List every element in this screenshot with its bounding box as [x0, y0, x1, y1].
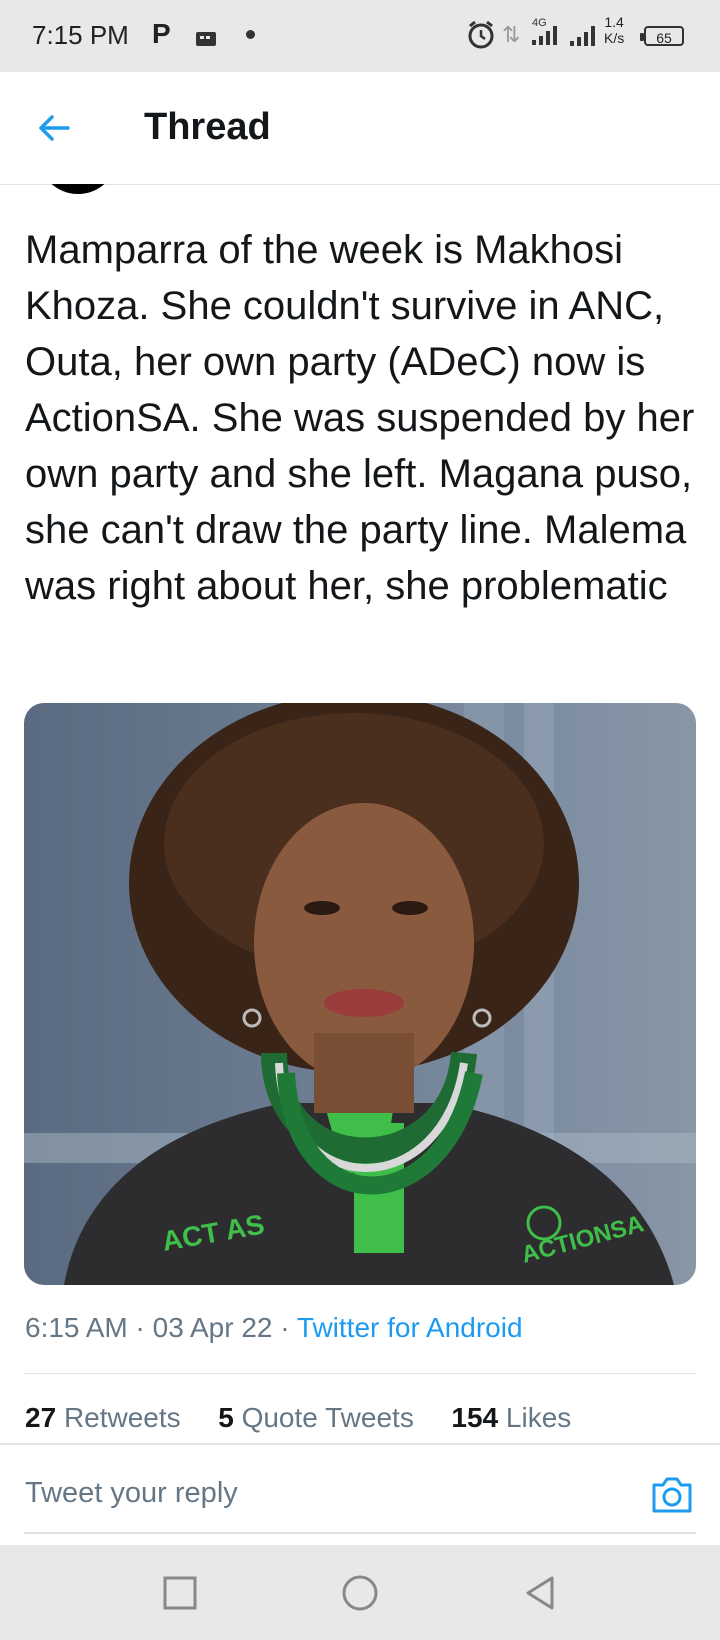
- recent-apps-button[interactable]: [160, 1573, 200, 1613]
- home-button[interactable]: [340, 1573, 380, 1613]
- tweet-stats: 27 Retweets 5 Quote Tweets 154 Likes: [25, 1402, 571, 1434]
- status-time: 7:15 PM: [32, 20, 129, 50]
- retweets-link[interactable]: 27 Retweets: [25, 1402, 181, 1433]
- tweet-photo[interactable]: ACT AS ACTIONSA: [24, 703, 696, 1285]
- thread-header: Thread: [0, 72, 720, 185]
- back-button[interactable]: [34, 108, 74, 148]
- network-speed: 1.4 K/s: [604, 14, 625, 46]
- signal-icon: [568, 20, 602, 55]
- back-nav-button[interactable]: [520, 1573, 560, 1613]
- p-notification-icon: P: [152, 18, 171, 49]
- system-nav-bar: [0, 1545, 720, 1640]
- status-bar: 7:15 PM P ⇅ 4G 1.4 K/s 65: [0, 0, 720, 72]
- data-arrows-icon: ⇅: [502, 22, 521, 47]
- signal-4g-icon: 4G: [530, 16, 564, 55]
- tweet-meta: 6:15 AM · 03 Apr 22 · Twitter for Androi…: [25, 1312, 523, 1343]
- page-title: Thread: [144, 106, 271, 148]
- svg-text:4G: 4G: [532, 17, 547, 29]
- divider: [24, 1373, 696, 1374]
- camera-button[interactable]: [650, 1475, 694, 1515]
- alarm-icon: [466, 20, 496, 57]
- camera-icon: [652, 1477, 692, 1513]
- battery-icon: 65: [640, 26, 684, 46]
- square-icon: [163, 1576, 197, 1610]
- divider: [24, 1532, 696, 1534]
- quote-tweets-link[interactable]: 5 Quote Tweets: [218, 1402, 414, 1433]
- dot-icon: [246, 30, 255, 39]
- reply-bar: Tweet your reply: [0, 1443, 720, 1537]
- tweet-time: 6:15 AM: [25, 1312, 128, 1343]
- message-icon: [196, 24, 216, 46]
- tweet-date: 03 Apr 22: [152, 1312, 273, 1343]
- likes-link[interactable]: 154 Likes: [451, 1402, 571, 1433]
- triangle-back-icon: [526, 1576, 554, 1610]
- tweet-text: Mamparra of the week is Makhosi Khoza. S…: [25, 228, 695, 608]
- portrait-image: ACT AS ACTIONSA: [24, 703, 696, 1285]
- arrow-left-icon: [39, 115, 70, 141]
- circle-icon: [342, 1575, 378, 1611]
- reply-input[interactable]: Tweet your reply: [25, 1477, 238, 1510]
- tweet-source-link[interactable]: Twitter for Android: [297, 1312, 523, 1343]
